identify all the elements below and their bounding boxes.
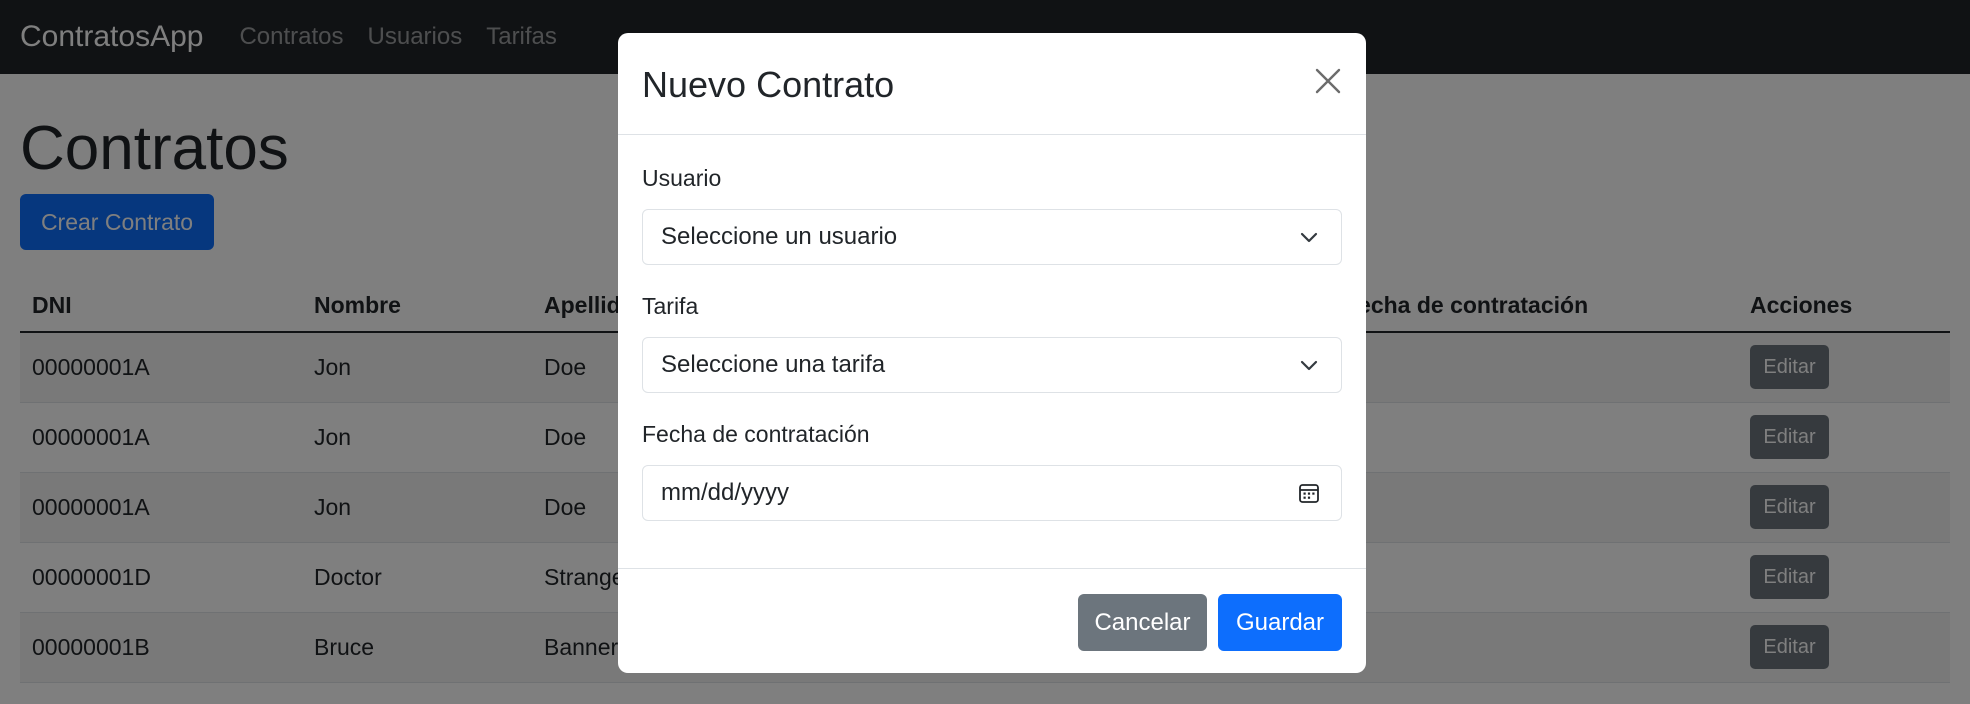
modal-title: Nuevo Contrato bbox=[642, 64, 895, 105]
close-button[interactable] bbox=[1312, 65, 1344, 97]
chevron-down-icon bbox=[1297, 353, 1321, 377]
usuario-label: Usuario bbox=[642, 165, 722, 191]
usuario-select-value: Seleccione un usuario bbox=[661, 223, 898, 250]
cancel-button[interactable]: Cancelar bbox=[1078, 594, 1207, 651]
modal-footer: Cancelar Guardar bbox=[618, 568, 1366, 673]
fecha-input[interactable]: mm/dd/yyyy bbox=[642, 465, 1342, 521]
chevron-down-icon bbox=[1297, 225, 1321, 249]
modal-body: Usuario Seleccione un usuario Tarifa Sel… bbox=[618, 135, 1366, 568]
tarifa-label: Tarifa bbox=[642, 293, 699, 319]
modal-header: Nuevo Contrato bbox=[618, 33, 1366, 135]
new-contract-modal: Nuevo Contrato Usuario Seleccione un usu… bbox=[618, 33, 1366, 673]
save-button[interactable]: Guardar bbox=[1218, 594, 1342, 651]
tarifa-select-value: Seleccione una tarifa bbox=[661, 351, 886, 378]
close-icon bbox=[1315, 68, 1341, 94]
fecha-input-placeholder: mm/dd/yyyy bbox=[661, 479, 790, 506]
tarifa-select[interactable]: Seleccione una tarifa bbox=[642, 337, 1342, 393]
calendar-icon[interactable] bbox=[1297, 481, 1321, 505]
usuario-select[interactable]: Seleccione un usuario bbox=[642, 209, 1342, 265]
fecha-label: Fecha de contratación bbox=[642, 421, 870, 447]
